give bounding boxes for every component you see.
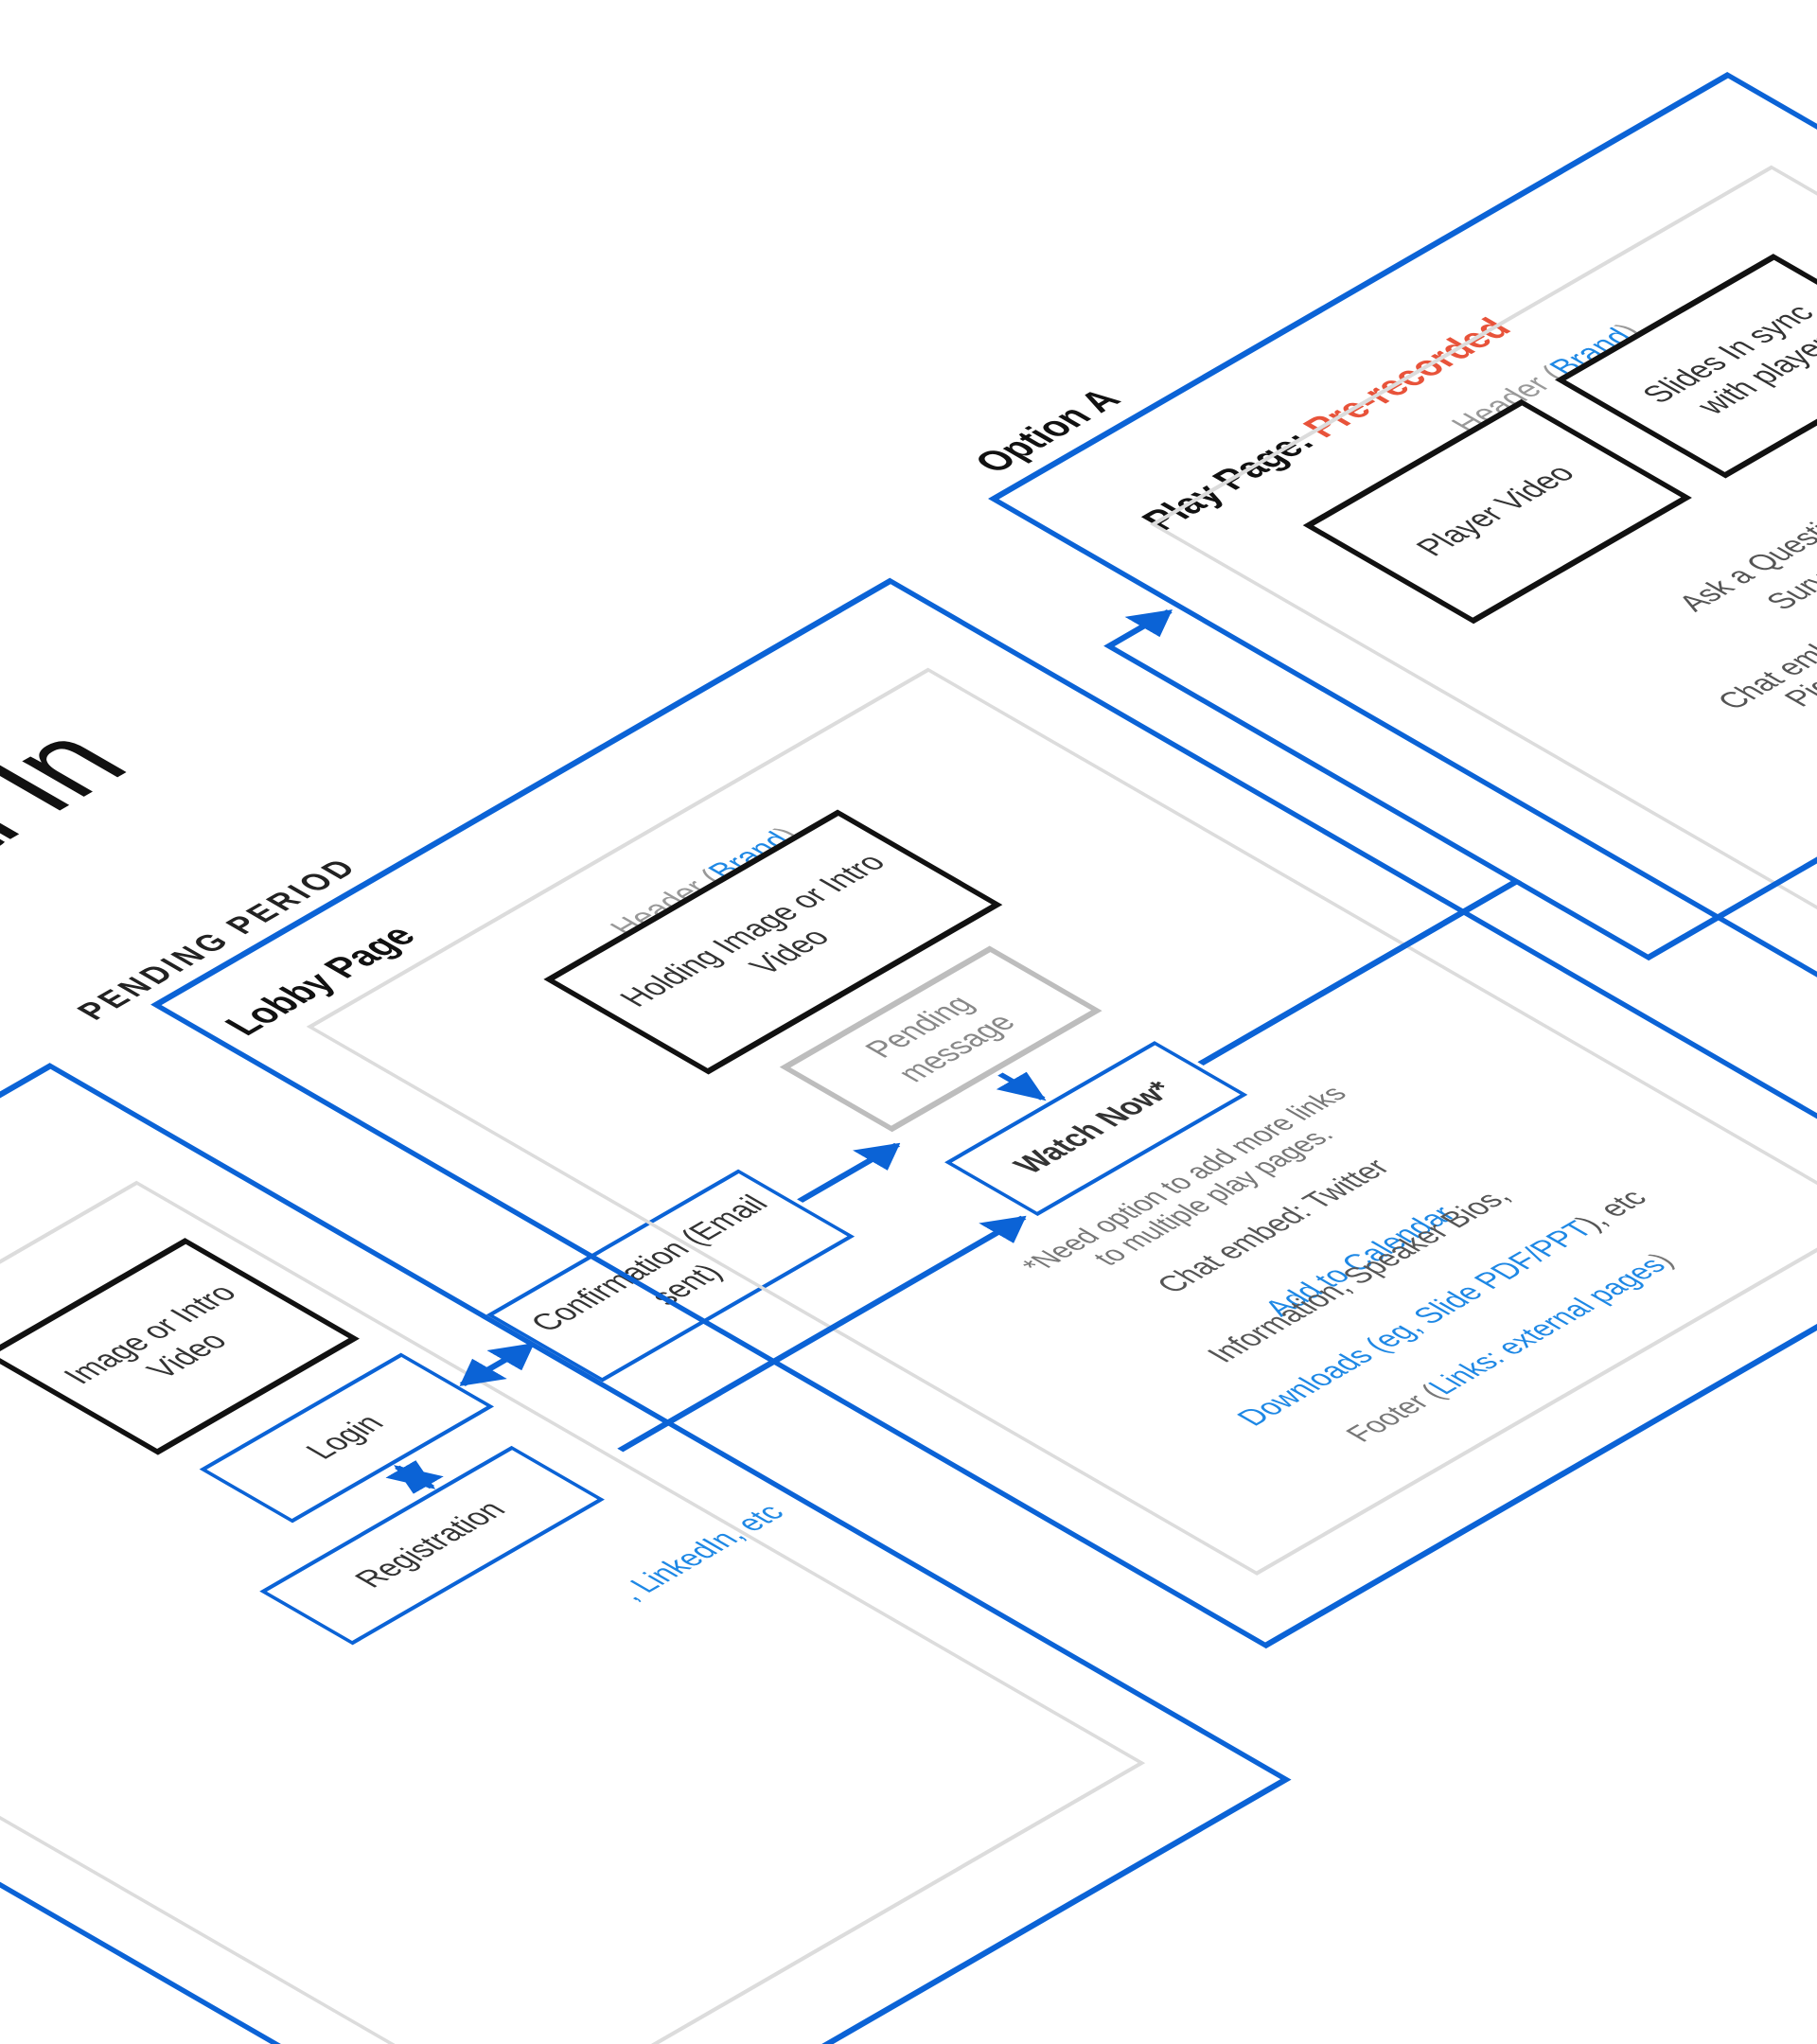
login-label: Login bbox=[284, 1401, 410, 1474]
optionA-player-text: Player Video bbox=[1394, 451, 1600, 571]
